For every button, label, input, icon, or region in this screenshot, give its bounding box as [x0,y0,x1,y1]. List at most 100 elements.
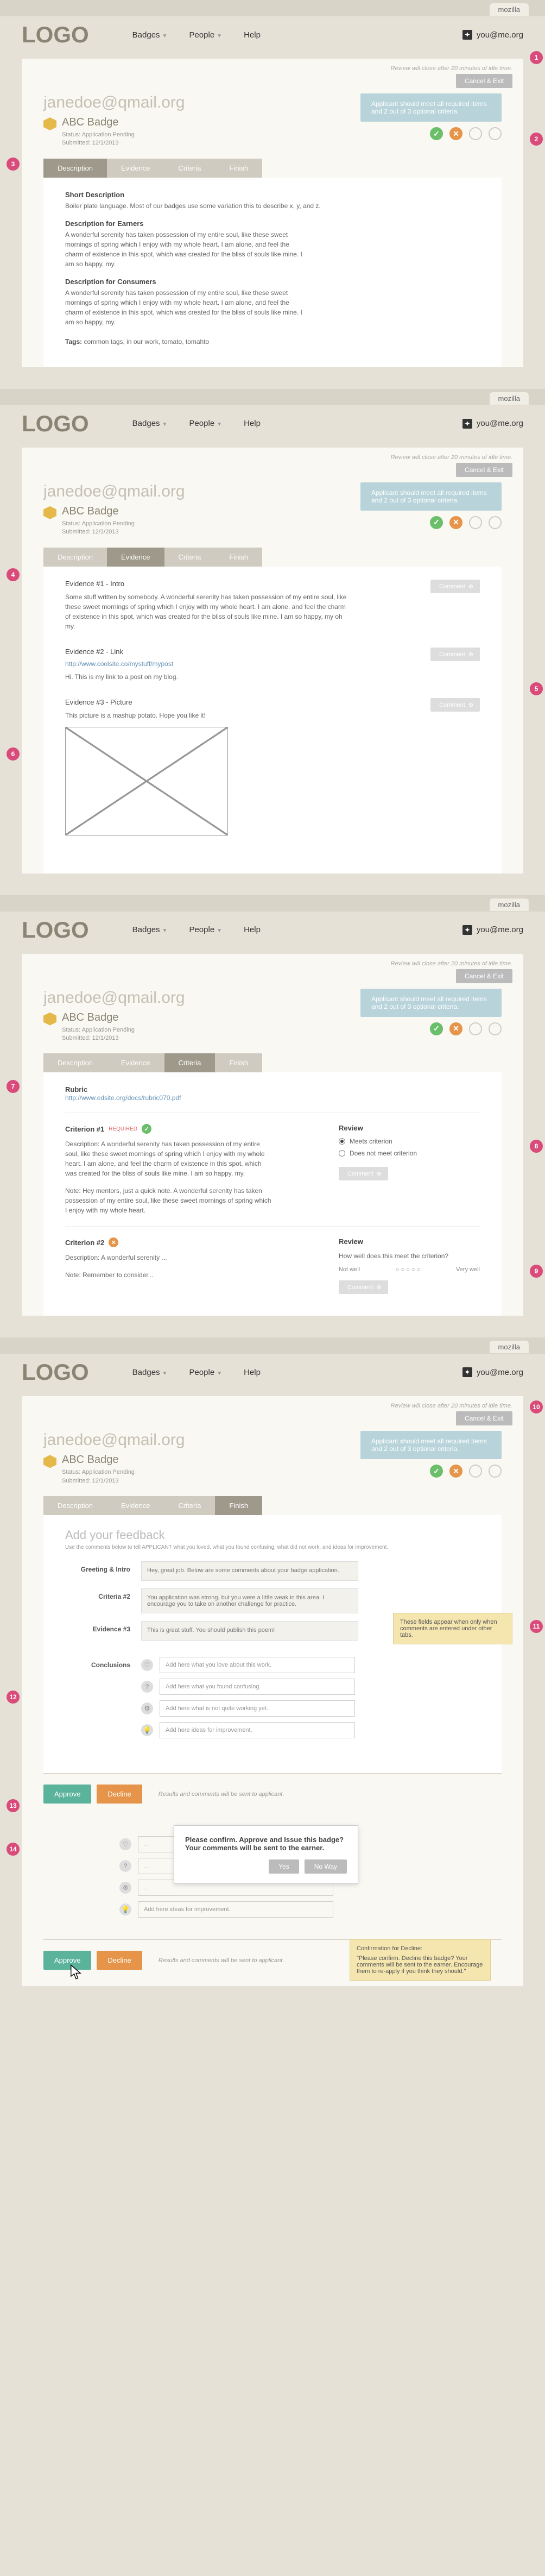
comment-button[interactable]: Comment [430,580,480,593]
decline-button[interactable]: Decline [97,1951,142,1970]
annotation-2: 2 [530,133,543,146]
tab-criteria[interactable]: Criteria [164,1053,216,1072]
feedback-heading: Add your feedback [65,1528,480,1542]
tab-description[interactable]: Description [43,548,107,567]
nav-help[interactable]: Help [244,1368,261,1377]
chevron-down-icon: ▼ [217,33,222,39]
logo: LOGO [22,1359,89,1385]
comment-button[interactable]: Comment [339,1167,388,1180]
slider[interactable]: Not well ○ ○ ○ ○ ○ Very well [339,1266,480,1273]
criterion-2-desc: Description: A wonderful serenity ... [65,1253,317,1262]
nav-people[interactable]: People▼ [189,30,222,40]
tab-description[interactable]: Description [43,159,107,178]
criteria-summary: Applicant should meet all required items… [360,482,502,511]
cursor-icon [69,1964,83,1980]
tab-description[interactable]: Description [43,1053,107,1072]
user-menu[interactable]: ✦you@me.org [462,1367,523,1377]
pip-bad-icon: ✕ [449,127,462,140]
annotation-12: 12 [7,1691,20,1704]
pip-ok-icon: ✓ [430,1022,443,1035]
fb-greeting-input[interactable]: Hey, great job. Below are some comments … [141,1561,358,1581]
radio-icon [339,1150,345,1157]
evidence-2-link[interactable]: http://www.coolsite.co/mystuff/mypost [65,660,480,668]
tab-evidence[interactable]: Evidence [107,1496,164,1515]
nav-badges[interactable]: Badges▼ [132,30,168,40]
tab-finish[interactable]: Finish [215,548,262,567]
annotation-13: 13 [7,1799,20,1812]
short-desc-h: Short Description [65,191,480,199]
tab-evidence[interactable]: Evidence [107,1053,164,1072]
badge-submitted: Submitted: 12/1/2013 [62,1477,502,1485]
nav-badges[interactable]: Badges▼ [132,419,168,428]
badge-submitted: Submitted: 12/1/2013 [62,1034,502,1042]
wrench-icon: ⚙ [141,1702,153,1714]
cancel-exit-button[interactable]: Cancel & Exit [456,74,512,88]
nav-help[interactable]: Help [244,419,261,428]
radio-not-meets[interactable]: Does not meet criterion [339,1149,480,1157]
pip-bad-icon: ✕ [449,1465,462,1478]
approve-button[interactable]: Approve [43,1785,91,1804]
review-heading: Review [339,1124,480,1132]
question-icon: ? [141,1681,153,1693]
confirm-yes-button[interactable]: Yes [269,1859,299,1874]
tab-evidence[interactable]: Evidence [107,159,164,178]
conclusion-ideas-input[interactable]: Add here ideas for improvement. [160,1722,355,1738]
user-menu[interactable]: ✦you@me.org [462,419,523,429]
conclusion-notworking-input[interactable]: Add here what is not quite working yet. [160,1700,355,1717]
confirm-dialog: Please confirm. Approve and Issue this b… [174,1825,358,1884]
user-menu[interactable]: ✦you@me.org [462,30,523,40]
chevron-down-icon: ▼ [162,33,168,39]
earner-desc-h: Description for Earners [65,219,480,228]
conclusion-confusing-input[interactable]: Add here what you found confusing. [160,1679,355,1695]
tab-criteria[interactable]: Criteria [164,1496,216,1515]
pip-empty-icon [469,516,482,529]
radio-meets[interactable]: Meets criterion [339,1138,480,1145]
nav-help[interactable]: Help [244,925,261,934]
pip-bad-icon: ✕ [449,1022,462,1035]
earner-desc-p: A wonderful serenity has taken possessio… [65,230,304,269]
short-desc-p: Boiler plate language. Most of our badge… [65,201,480,211]
pip-empty-icon [469,127,482,140]
conclusion-love-input[interactable]: Add here what you love about this work. [160,1657,355,1673]
rubric-link[interactable]: http://www.edsite.org/docs/rubric070.pdf [65,1094,181,1102]
pip-empty-icon [469,1465,482,1478]
user-menu[interactable]: ✦you@me.org [462,925,523,935]
user-icon: ✦ [462,30,472,40]
tab-criteria[interactable]: Criteria [164,548,216,567]
heart-icon: ♡ [141,1659,153,1671]
nav-people[interactable]: People▼ [189,925,222,934]
cancel-exit-button[interactable]: Cancel & Exit [456,463,512,477]
nav-people[interactable]: People▼ [189,1368,222,1377]
criterion-1-title: Criterion #1 REQUIRED ✓ [65,1124,317,1134]
tab-evidence[interactable]: Evidence [107,548,164,567]
annotation-8: 8 [530,1140,543,1153]
header: LOGO Badges▼ People▼ Help ✦you@me.org [0,1354,545,1396]
tab-finish[interactable]: Finish [215,1496,262,1515]
confirm-no-button[interactable]: No Way [305,1859,347,1874]
approve-button[interactable]: Approve [43,1951,91,1970]
annotation-14: 14 [7,1843,20,1856]
logo: LOGO [22,917,89,943]
nav-badges[interactable]: Badges▼ [132,1368,168,1377]
comment-button[interactable]: Comment [430,698,480,712]
fb-evidence3-input[interactable]: This is great stuff. You should publish … [141,1621,358,1641]
cancel-exit-button[interactable]: Cancel & Exit [456,1411,512,1425]
tags: Tags: common tags, in our work, tomato, … [65,338,480,345]
pip-empty-icon [469,1022,482,1035]
comment-button[interactable]: Comment [430,648,480,661]
tab-finish[interactable]: Finish [215,159,262,178]
fb-criteria2-input[interactable]: You application was strong, but you were… [141,1588,358,1613]
decline-button[interactable]: Decline [97,1785,142,1804]
pip-empty-icon [489,127,502,140]
nav-people[interactable]: People▼ [189,419,222,428]
tab-criteria[interactable]: Criteria [164,159,216,178]
nav-help[interactable]: Help [244,30,261,40]
tab-finish[interactable]: Finish [215,1053,262,1072]
tab-description[interactable]: Description [43,1496,107,1515]
logo: LOGO [22,411,89,437]
nav-badges[interactable]: Badges▼ [132,925,168,934]
idle-message: Review will close after 20 minutes of id… [22,954,523,969]
fb-greeting-label: Greeting & Intro [65,1561,130,1573]
comment-button[interactable]: Comment [339,1280,388,1294]
cancel-exit-button[interactable]: Cancel & Exit [456,969,512,983]
